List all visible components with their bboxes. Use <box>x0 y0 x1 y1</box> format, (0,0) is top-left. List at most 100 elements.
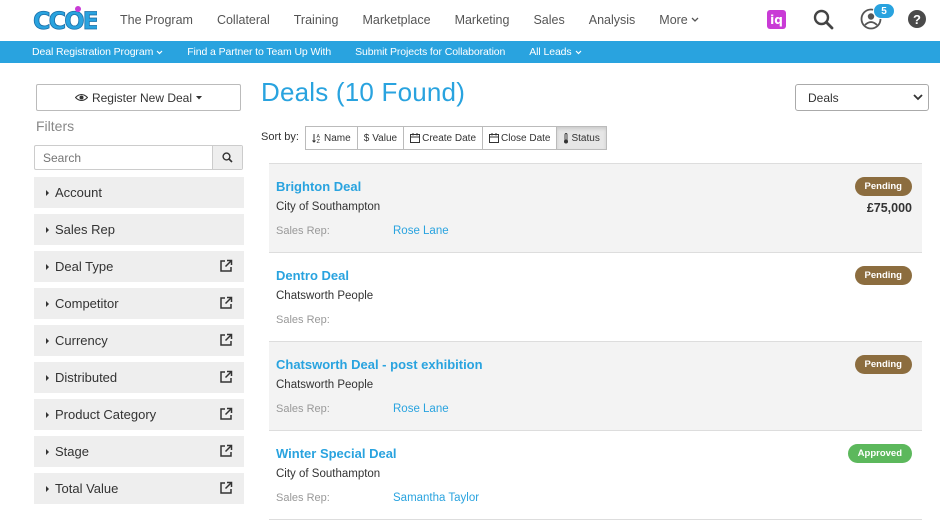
calendar-icon <box>489 133 500 143</box>
filter-label: Sales Rep <box>55 222 115 237</box>
filter-label: Product Category <box>55 407 157 422</box>
deal-account: Chatsworth People <box>276 379 374 391</box>
chevron-down-icon <box>913 94 923 101</box>
nav-training[interactable]: Training <box>294 13 339 27</box>
nav-sales[interactable]: Sales <box>533 13 564 27</box>
iq-app-icon[interactable]: iq <box>767 10 786 29</box>
deal-name-link[interactable]: Brighton Deal <box>276 179 361 194</box>
deal-name-link[interactable]: Dentro Deal <box>276 268 349 283</box>
caret-right-icon <box>46 263 49 270</box>
filter-stage[interactable]: Stage <box>34 436 244 467</box>
sort-value-button[interactable]: $ Value <box>356 126 405 150</box>
subnav-find-partner[interactable]: Find a Partner to Team Up With <box>187 46 331 58</box>
caret-right-icon <box>46 300 49 307</box>
filter-product-category[interactable]: Product Category <box>34 399 244 430</box>
filter-currency[interactable]: Currency <box>34 325 244 356</box>
sort-status-button[interactable]: Status <box>556 126 607 150</box>
filter-sales-rep[interactable]: Sales Rep <box>34 214 244 245</box>
external-link-icon[interactable] <box>219 259 233 273</box>
caret-right-icon <box>46 485 49 492</box>
register-new-deal-button[interactable]: Register New Deal <box>36 84 241 111</box>
deal-card[interactable]: Brighton Deal City of Southampton Sales … <box>269 164 922 253</box>
sort-close-date-button[interactable]: Close Date <box>482 126 558 150</box>
top-navbar: CCOE The Program Collateral Training Mar… <box>0 0 940 40</box>
deal-value: £75,000 <box>866 201 912 215</box>
nav-more-label: More <box>659 13 688 27</box>
sort-button-group: AZ Name $ Value Create Date Close Date S… <box>305 126 607 150</box>
chevron-down-icon <box>691 17 699 22</box>
sort-close-date-label: Close Date <box>501 132 551 144</box>
calendar-icon <box>410 133 421 143</box>
notification-badge[interactable]: 5 <box>873 3 895 19</box>
status-badge: Pending <box>854 266 912 285</box>
sales-rep-link[interactable]: Rose Lane <box>393 225 449 237</box>
sales-rep-link[interactable]: Rose Lane <box>393 403 449 415</box>
status-badge: Pending <box>854 355 912 374</box>
external-link-icon[interactable] <box>219 370 233 384</box>
caret-right-icon <box>46 374 49 381</box>
filter-total-value[interactable]: Total Value <box>34 473 244 504</box>
subnav-submit-projects[interactable]: Submit Projects for Collaboration <box>355 46 505 58</box>
external-link-icon[interactable] <box>219 407 233 421</box>
filter-label: Distributed <box>55 370 118 385</box>
sort-value-label: Value <box>372 132 398 144</box>
filter-account[interactable]: Account <box>34 177 244 208</box>
external-link-icon[interactable] <box>219 333 233 347</box>
svg-text:Z: Z <box>317 139 321 143</box>
filter-search-button[interactable] <box>212 146 242 169</box>
filter-competitor[interactable]: Competitor <box>34 288 244 319</box>
sales-rep-label: Sales Rep: <box>276 492 330 504</box>
nav-the-program[interactable]: The Program <box>120 13 193 27</box>
page-title: Deals (10 Found) <box>261 77 466 107</box>
help-icon[interactable]: ? <box>908 10 926 28</box>
caret-right-icon <box>46 189 49 196</box>
filter-distributed[interactable]: Distributed <box>34 362 244 393</box>
filter-label: Account <box>55 185 102 200</box>
external-link-icon[interactable] <box>219 296 233 310</box>
caret-right-icon <box>46 226 49 233</box>
deal-card[interactable]: Winter Special Deal City of Southampton … <box>269 431 922 520</box>
filter-label: Competitor <box>55 296 119 311</box>
thermometer-icon <box>564 132 569 143</box>
nav-analysis[interactable]: Analysis <box>589 13 636 27</box>
sort-create-date-button[interactable]: Create Date <box>403 126 484 150</box>
search-icon <box>222 152 233 163</box>
filter-label: Total Value <box>55 481 119 496</box>
subnav-all-leads[interactable]: All Leads <box>529 46 582 58</box>
main-nav: The Program Collateral Training Marketpl… <box>120 0 723 40</box>
sales-rep-link[interactable]: Samantha Taylor <box>393 492 479 504</box>
view-select[interactable]: Deals <box>795 84 929 111</box>
deal-card[interactable]: Dentro Deal Chatsworth People Sales Rep:… <box>269 253 922 342</box>
caret-right-icon <box>46 337 49 344</box>
sort-create-date-label: Create Date <box>422 132 477 144</box>
caret-right-icon <box>46 448 49 455</box>
sort-name-button[interactable]: AZ Name <box>305 126 358 150</box>
deal-name-link[interactable]: Chatsworth Deal - post exhibition <box>276 357 483 372</box>
register-new-deal-label: Register New Deal <box>91 90 193 105</box>
view-select-value: Deals <box>808 90 839 105</box>
deal-name-link[interactable]: Winter Special Deal <box>276 446 397 461</box>
filter-deal-type[interactable]: Deal Type <box>34 251 244 282</box>
ccoe-logo[interactable]: CCOE <box>33 5 97 35</box>
nav-marketplace[interactable]: Marketplace <box>362 13 430 27</box>
filter-label: Stage <box>55 444 89 459</box>
status-badge: Pending <box>854 177 912 196</box>
external-link-icon[interactable] <box>219 481 233 495</box>
external-link-icon[interactable] <box>219 444 233 458</box>
dollar-icon: $ <box>363 132 370 144</box>
filters-title: Filters <box>36 118 75 134</box>
sub-navbar: Deal Registration Program Find a Partner… <box>0 41 940 63</box>
sort-status-label: Status <box>571 132 600 144</box>
filter-label: Currency <box>55 333 108 348</box>
sort-name-label: Name <box>324 132 351 144</box>
search-icon[interactable] <box>813 9 834 30</box>
subnav-deal-registration[interactable]: Deal Registration Program <box>32 46 163 58</box>
status-badge: Approved <box>847 444 912 463</box>
filter-search-input[interactable] <box>35 146 212 169</box>
nav-more-dropdown[interactable]: More <box>659 13 699 27</box>
nav-collateral[interactable]: Collateral <box>217 13 270 27</box>
deal-account: Chatsworth People <box>276 290 374 302</box>
deal-card[interactable]: Chatsworth Deal - post exhibition Chatsw… <box>269 342 922 431</box>
filter-list: Account Sales Rep Deal Type Competitor C… <box>34 177 244 510</box>
nav-marketing[interactable]: Marketing <box>455 13 510 27</box>
